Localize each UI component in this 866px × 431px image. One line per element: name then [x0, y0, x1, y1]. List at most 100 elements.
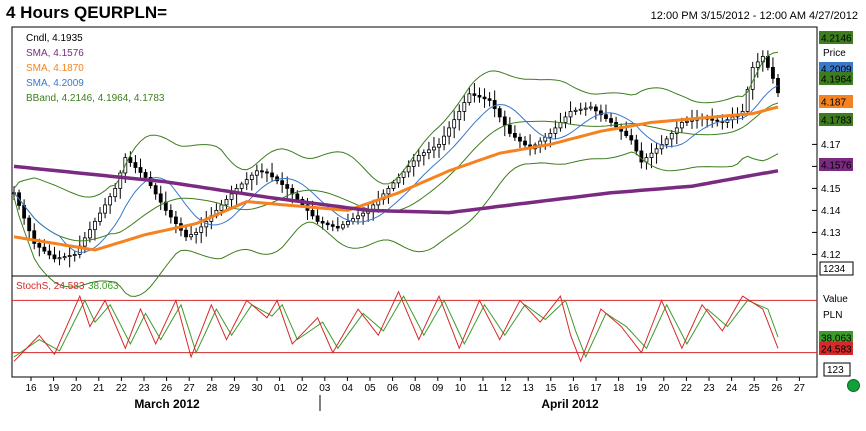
price-scale-box-text: 1234	[823, 264, 846, 275]
legend-entry: Cndl, 4.1935	[26, 33, 83, 44]
legend-entry: SMA, 4.2009	[26, 78, 84, 89]
candle-body	[421, 152, 426, 156]
candle-body	[685, 120, 689, 123]
candle-body	[467, 93, 472, 104]
x-tick-label: 17	[590, 383, 602, 394]
candle-body	[664, 138, 669, 145]
x-tick-label: 28	[206, 383, 218, 394]
candle-body	[513, 132, 517, 138]
x-tick-label: 09	[432, 383, 444, 394]
candle-body	[432, 146, 436, 151]
x-tick-label: 08	[410, 383, 422, 394]
candle-body	[771, 67, 775, 79]
candle-body	[502, 116, 507, 126]
candle-body	[27, 217, 32, 232]
x-tick-label: 04	[342, 383, 354, 394]
candle-body	[472, 93, 477, 96]
candle-body	[310, 209, 315, 217]
candle-body	[315, 215, 320, 222]
candle-body	[437, 143, 441, 148]
candle-body	[340, 224, 345, 229]
x-tick-label: 26	[161, 383, 173, 394]
legend-entry: BBand, 4.2146, 4.1964, 4.1783	[26, 93, 165, 104]
candle-body	[320, 220, 325, 224]
x-tick-label: 27	[184, 383, 196, 394]
price-value-tag-text: 4.1783	[821, 116, 852, 127]
status-indicator[interactable]	[847, 379, 860, 392]
candle-body	[654, 148, 659, 154]
candle-body	[518, 136, 522, 142]
x-tick-label: 21	[93, 383, 105, 394]
candle-body	[447, 127, 452, 137]
candle-body	[138, 167, 143, 173]
candle-body	[37, 242, 42, 248]
candle-body	[265, 171, 269, 174]
candle-body	[189, 234, 193, 238]
x-tick-label: 13	[523, 383, 535, 394]
x-tick-label: 15	[545, 383, 557, 394]
candle-body	[72, 253, 77, 256]
candle-body	[98, 212, 102, 222]
price-value-tag-text: 4.187	[821, 98, 846, 109]
candle-body	[47, 250, 52, 256]
candle-body	[67, 255, 72, 258]
candle-body	[452, 119, 457, 129]
x-tick-label: 10	[455, 383, 467, 394]
candle-body	[285, 184, 290, 189]
candle-body	[406, 165, 411, 173]
candle-body	[487, 98, 492, 101]
candle-body	[295, 193, 300, 200]
candle-body	[199, 226, 204, 233]
candle-body	[609, 118, 613, 123]
x-tick-label: 20	[71, 383, 83, 394]
x-tick-label: 23	[138, 383, 150, 394]
x-tick-label: 05	[364, 383, 376, 394]
candle-body	[153, 185, 158, 195]
candle-body	[93, 220, 97, 231]
candle-body	[194, 231, 199, 235]
candle-body	[57, 257, 62, 260]
candle-body	[219, 204, 224, 211]
candle-body	[629, 135, 634, 141]
candle-body	[755, 61, 760, 68]
stoch-panel-frame	[11, 275, 818, 378]
x-tick-label: 16	[25, 383, 37, 394]
candle-body	[492, 100, 497, 110]
candle-body	[679, 122, 684, 129]
candle-body	[426, 149, 431, 154]
candle-body	[624, 130, 629, 136]
x-tick-label: 29	[229, 383, 241, 394]
candle-body	[710, 118, 715, 121]
x-tick-label: 20	[658, 383, 670, 394]
candle-body	[416, 154, 421, 162]
candle-body	[776, 78, 780, 94]
x-tick-label: 24	[726, 383, 738, 394]
candle-body	[108, 196, 113, 206]
x-tick-label: 19	[48, 383, 60, 394]
chart-canvas[interactable]: Cndl, 4.1935 SMA, 4.1576 SMA, 4.1870 SMA, 4…	[0, 0, 866, 431]
candle-body	[330, 224, 335, 227]
candle-body	[482, 96, 487, 100]
candle-body	[411, 160, 416, 167]
candle-body	[168, 209, 173, 218]
candle-body	[356, 215, 360, 220]
price-value-tag-text: 4.1964	[821, 75, 852, 86]
candle-body	[346, 220, 350, 226]
y-tick-label: 4.14	[821, 206, 841, 217]
stoch-legend-entry: StochS, 24.583	[16, 281, 85, 292]
y-tick-label: 4.12	[821, 250, 841, 261]
candle-body	[113, 187, 118, 198]
legend-entry: SMA, 4.1870	[26, 63, 84, 74]
candle-body	[401, 171, 406, 178]
x-tick-label: 19	[636, 383, 648, 394]
candle-body	[103, 204, 107, 214]
candle-body	[588, 106, 593, 109]
candle-body	[87, 229, 92, 239]
candle-body	[325, 222, 330, 226]
stoch-axis-label: Value	[823, 294, 848, 305]
x-tick-label: 27	[794, 383, 806, 394]
candle-body	[82, 237, 87, 247]
candle-body	[548, 132, 553, 138]
x-tick-label: 26	[771, 383, 783, 394]
price-value-tag-text: 4.2146	[821, 34, 852, 45]
